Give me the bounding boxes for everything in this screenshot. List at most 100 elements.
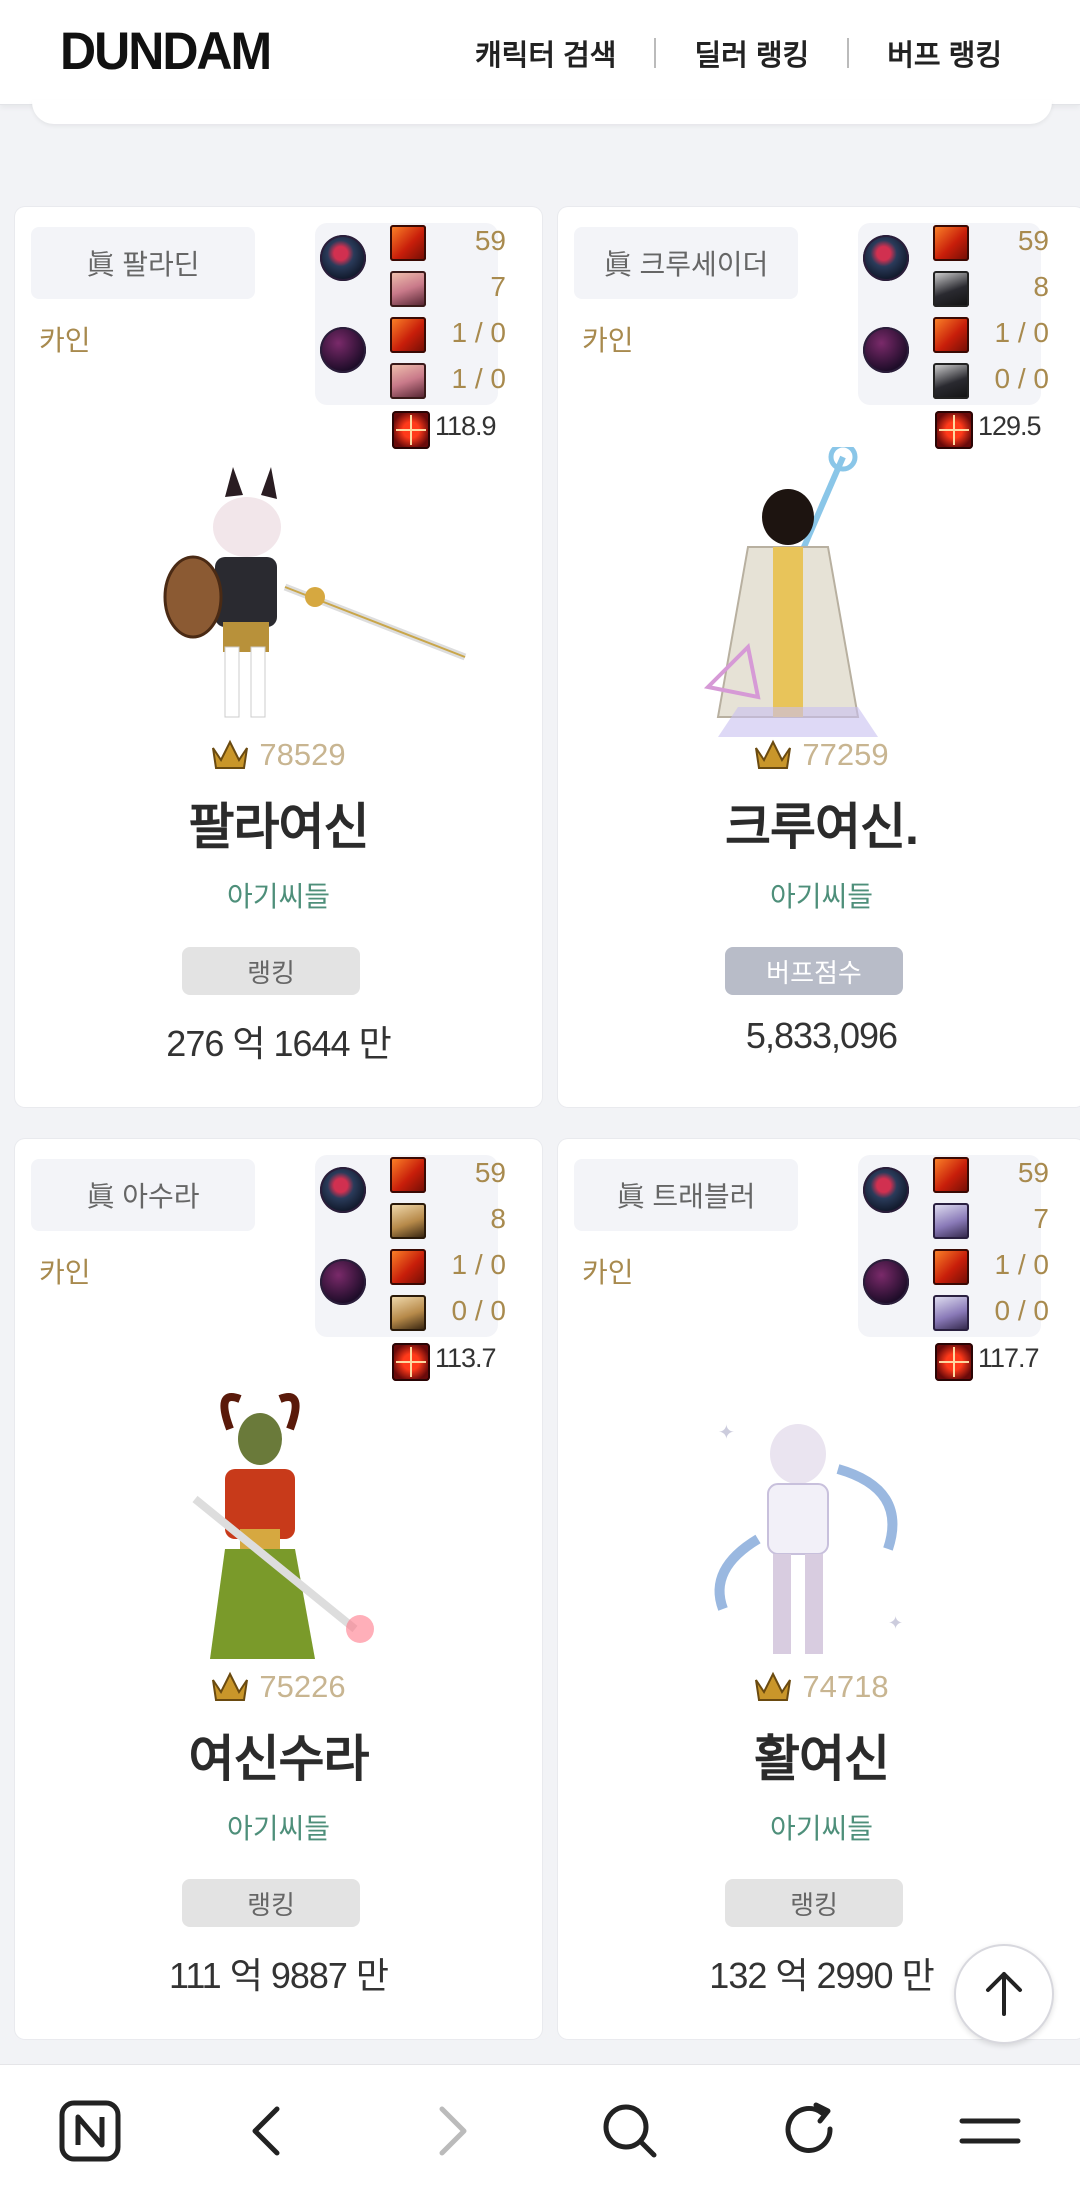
equip-value: 1 / 0 [994,1249,1049,1280]
search-icon[interactable] [592,2093,668,2169]
character-card[interactable]: 眞 크루세이더 카인 59 8 1 / 0 0 / 0 129.5 77259 … [558,207,1080,1107]
menu-icon[interactable] [952,2093,1028,2169]
aura-avatar-icon [320,327,366,373]
crest-value: 129.5 [978,411,1042,441]
upgrade-book-icon [933,317,969,353]
upgrade-book-icon [390,1157,426,1193]
main-nav: 캐릭터 검색 딜러 랭킹 버프 랭킹 [437,32,1040,74]
upgrade-book-icon [933,225,969,261]
nav-character-search[interactable]: 캐릭터 검색 [437,32,654,74]
stat-value: 276 억 1644 만 [166,1023,391,1064]
equip-value: 0 / 0 [994,363,1049,394]
fame-value: 77259 [802,737,889,772]
character-face-icon [390,1203,426,1239]
character-face-icon [933,1295,969,1331]
fame-row: 74718 [558,1669,1080,1705]
crest-icon [935,1343,973,1381]
upgrade-book-icon [390,225,426,261]
character-card[interactable]: 眞 팔라딘 카인 59 7 1 / 0 1 / 0 118.9 78529 팔라… [15,207,542,1107]
crest-icon [392,411,430,449]
upgrade-book-icon [933,1157,969,1193]
n-home-icon[interactable] [52,2093,128,2169]
guild-name: 아기씨들 [769,1813,874,1844]
class-badge: 眞 팔라딘 [31,227,255,299]
character-face-icon [390,1295,426,1331]
crest-icon [392,1343,430,1381]
fame-value: 78529 [259,737,346,772]
equip-value: 7 [490,271,506,302]
aura-avatar-icon [863,327,909,373]
svg-text:✦: ✦ [718,1420,735,1444]
crest-value: 118.9 [435,411,497,441]
scroll-top-button[interactable] [954,1944,1054,2044]
fame-crown-icon [755,1671,792,1701]
aura-avatar-icon [863,1259,909,1305]
weapon-avatar-icon [863,1167,909,1213]
equip-value: 1 / 0 [451,1249,506,1280]
upgrade-book-icon [933,1249,969,1285]
refresh-icon[interactable] [772,2093,848,2169]
guild-name: 아기씨들 [226,881,331,912]
character-face-icon [390,271,426,307]
fame-row: 77259 [558,737,1080,773]
character-card[interactable]: 眞 아수라 카인 59 8 1 / 0 0 / 0 113.7 75226 여신… [15,1139,542,2039]
equip-value: 7 [1033,1203,1049,1234]
browser-bottom-bar [0,2064,1080,2198]
crest-icon [935,411,973,449]
character-face-icon [933,1203,969,1239]
equip-value: 59 [1017,1157,1049,1188]
character-name[interactable]: 활여신 [558,1719,1080,1791]
fame-row: 75226 [15,1669,542,1705]
character-card[interactable]: 眞 트래블러 카인 59 7 1 / 0 0 / 0 117.7 ✦ ✦ 747… [558,1139,1080,2039]
weapon-avatar-icon [320,1167,366,1213]
stat-label-badge: 랭킹 [182,947,360,995]
arrow-up-icon [986,1972,1022,2016]
stat-label-badge: 랭킹 [182,1879,360,1927]
equip-value: 59 [474,225,506,256]
character-face-icon [933,363,969,399]
character-face-icon [390,363,426,399]
fame-crown-icon [212,739,249,769]
fame-crown-icon [212,1671,249,1701]
svg-text:✦: ✦ [888,1613,903,1634]
nav-buff-ranking[interactable]: 버프 랭킹 [849,32,1040,74]
site-logo[interactable]: DUNDAM [60,21,272,82]
class-badge: 眞 크루세이더 [574,227,798,299]
search-panel-edge [32,100,1052,124]
fame-value: 75226 [259,1669,346,1704]
forward-icon[interactable] [412,2093,488,2169]
equip-value: 1 / 0 [994,317,1049,348]
weapon-avatar-icon [863,235,909,281]
equip-value: 59 [1017,225,1049,256]
character-face-icon [933,271,969,307]
aura-avatar-icon [320,1259,366,1305]
server-name: 카인 [582,325,634,356]
fame-value: 74718 [802,1669,889,1704]
guild-name: 아기씨들 [769,881,874,912]
crest-value: 117.7 [978,1343,1040,1373]
back-icon[interactable] [231,2093,307,2169]
weapon-avatar-icon [320,235,366,281]
equip-value: 59 [474,1157,506,1188]
equip-value: 8 [1033,271,1049,302]
server-name: 카인 [39,1257,91,1288]
stat-label-badge: 랭킹 [725,1879,903,1927]
server-name: 카인 [39,325,91,356]
equip-value: 1 / 0 [451,363,506,394]
stat-label-badge: 버프점수 [725,947,903,995]
stat-value: 111 억 9887 만 [168,1955,389,1996]
character-name[interactable]: 팔라여신 [15,787,542,859]
guild-name: 아기씨들 [226,1813,331,1844]
character-sprite [163,467,467,718]
character-name[interactable]: 크루여신. [558,787,1080,859]
fame-crown-icon [755,739,792,769]
nav-dealer-ranking[interactable]: 딜러 랭킹 [656,32,847,74]
character-name[interactable]: 여신수라 [15,1719,542,1791]
character-sprite: ✦ ✦ [714,1420,903,1654]
character-sprite [192,1393,374,1659]
site-header: DUNDAM 캐릭터 검색 딜러 랭킹 버프 랭킹 [0,0,1080,105]
class-badge: 眞 트래블러 [574,1159,798,1231]
stat-value: 5,833,096 [745,1015,898,1056]
fame-row: 78529 [15,737,542,773]
equip-value: 0 / 0 [994,1295,1049,1326]
